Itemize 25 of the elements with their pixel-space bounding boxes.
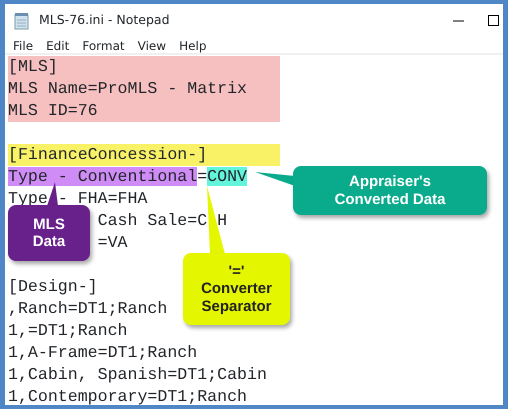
code-text: Cash Sale=C [98,211,208,230]
code-text: [Design-] [8,277,98,296]
highlighted-text: CONV [207,167,248,186]
callout-label: '=' Converter Separator [183,253,290,325]
code-text: =VA [98,233,128,252]
code-text: ,Ranch=DT1;Ranch [8,299,168,318]
menu-item[interactable]: Format [82,37,125,53]
window-title: MLS-76.ini - Notepad [39,11,171,30]
code-text: = [197,167,208,186]
notepad-icon [13,12,31,30]
code-text: Type [8,189,48,208]
menu-item[interactable]: File [13,37,34,53]
maximize-icon[interactable] [488,15,499,26]
menu-item[interactable]: View [138,37,166,53]
code-text: - FHA=FHA [58,189,148,208]
menu-item[interactable]: Help [179,37,206,53]
code-text: 1,=DT1;Ranch [8,321,128,340]
callout-label: Appraiser's Converted Data [293,166,487,215]
callout-label: MLS Data [8,205,90,261]
code-text: H [217,211,228,230]
menu-item[interactable]: Edit [46,37,70,53]
code-text: 1,Contemporary=DT1;Ranch [8,387,247,405]
code-text: 1,Cabin, Spanish=DT1;Cabin [8,365,267,384]
highlighted-text: Type - Conventional [8,167,198,186]
code-text: 1,A-Frame=DT1;Ranch [8,343,198,362]
